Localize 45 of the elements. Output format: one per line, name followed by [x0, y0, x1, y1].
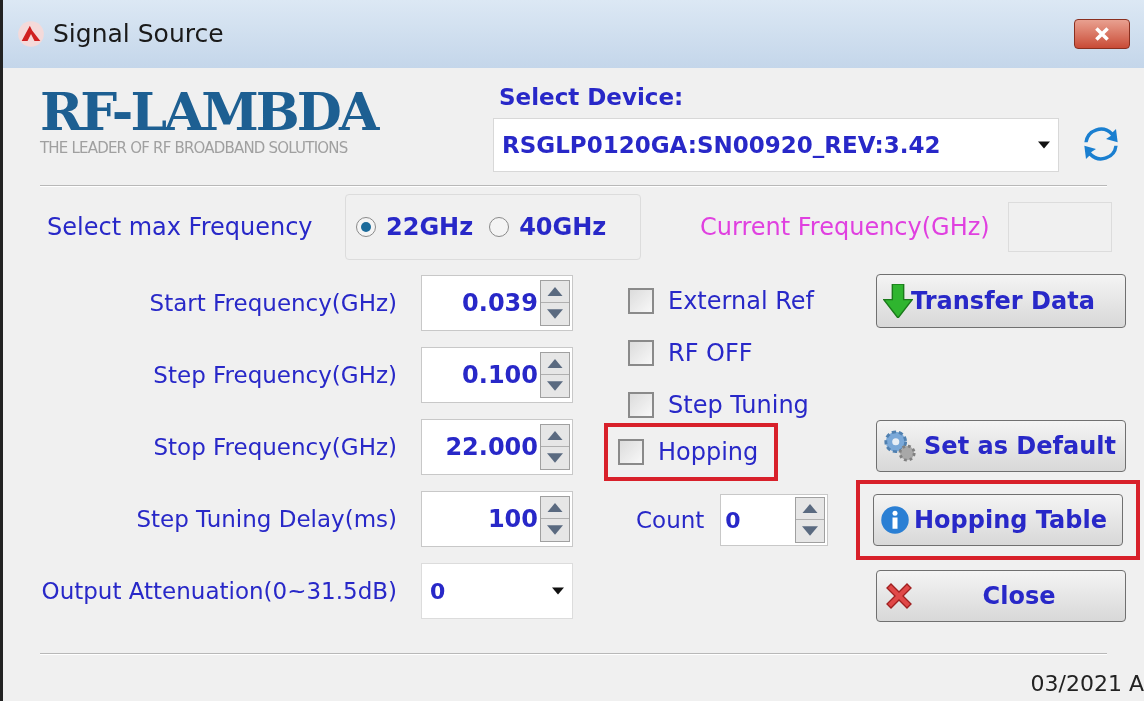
spin-buttons[interactable] [540, 496, 570, 542]
frequency-radio[interactable]: 40GHz [489, 209, 607, 245]
spin-buttons[interactable] [540, 424, 570, 470]
field-label: Step Frequency(GHz) [152, 360, 398, 390]
field-label: Step Tuning Delay(ms) [135, 504, 398, 534]
count-label: Count [636, 505, 705, 535]
max-frequency-label: Select max Frequency [47, 212, 314, 243]
spin-field[interactable]: 0.039 [421, 275, 573, 331]
spin-buttons[interactable] [540, 352, 570, 398]
action-button[interactable]: Hopping Table [873, 494, 1123, 546]
app-icon [17, 20, 45, 48]
select-device-label: Select Device: [499, 83, 685, 112]
down-arrow-icon [883, 284, 913, 318]
refresh-icon[interactable] [1081, 124, 1121, 164]
close-icon [1095, 27, 1109, 41]
frequency-radio[interactable]: 22GHz [356, 209, 474, 245]
window-title: Signal Source [53, 18, 224, 51]
spin-buttons[interactable] [795, 497, 826, 543]
spin-field[interactable]: 0.100 [421, 347, 573, 403]
field-label: Start Frequency(GHz) [148, 288, 398, 318]
action-button[interactable]: Close [876, 570, 1126, 622]
spin-field[interactable]: 22.000 [421, 419, 573, 475]
device-value: RSGLP0120GA:SN00920_REV:3.42 [502, 130, 941, 160]
spin-field[interactable]: 100 [421, 491, 573, 547]
checkbox-option[interactable]: External Ref [628, 283, 814, 319]
device-dropdown[interactable]: RSGLP0120GA:SN00920_REV:3.42 [493, 118, 1059, 172]
current-frequency-label: Current Frequency(GHz) [700, 212, 990, 243]
attenuation-dropdown[interactable]: 0 [421, 563, 573, 619]
checkbox-option[interactable]: Hopping [618, 434, 759, 470]
field-label: Output Attenuation(0~31.5dB) [40, 576, 398, 606]
gear-icon [883, 429, 917, 463]
count-spin-field[interactable]: 0 [720, 494, 829, 546]
dropdown-arrow-icon [1038, 141, 1050, 149]
checkbox-option[interactable]: RF OFF [628, 335, 753, 371]
field-label: Stop Frequency(GHz) [152, 432, 398, 462]
version-text: 03/2021 A [1030, 670, 1144, 698]
dropdown-arrow-icon [552, 587, 564, 595]
logo-tagline: THE LEADER OF RF BROADBAND SOLUTIONS [40, 138, 349, 158]
info-icon [880, 505, 910, 535]
logo-wordmark: RF-LAMBDA [40, 86, 379, 138]
close-button[interactable] [1074, 19, 1130, 49]
spin-buttons[interactable] [540, 280, 570, 326]
checkbox-option[interactable]: Step Tuning [628, 387, 809, 423]
action-button[interactable]: Set as Default [876, 420, 1126, 472]
action-button[interactable]: Transfer Data [876, 274, 1126, 328]
